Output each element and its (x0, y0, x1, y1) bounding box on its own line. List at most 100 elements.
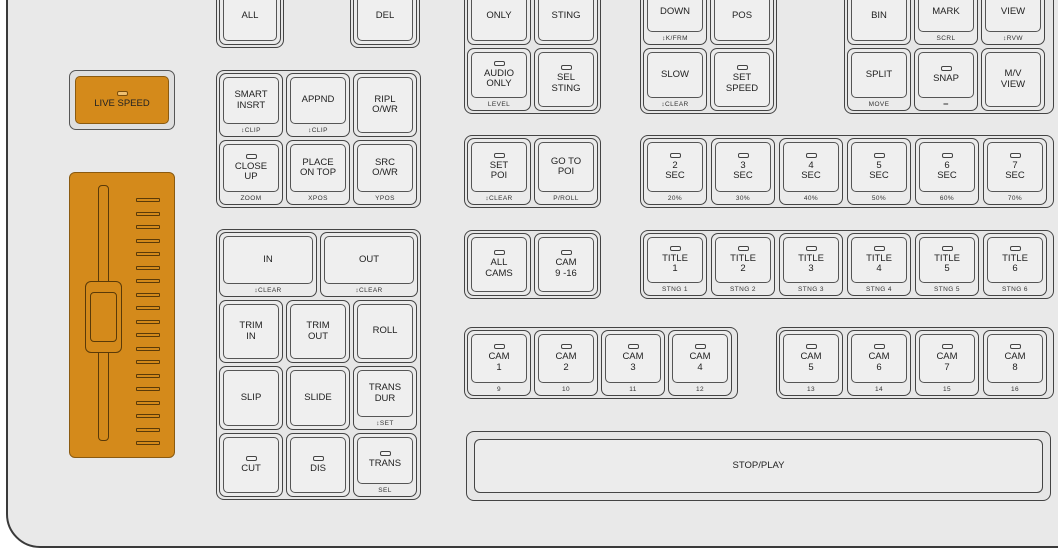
t-bar-tick (136, 346, 160, 351)
key-label: TRIM IN (239, 320, 263, 342)
key-led (493, 344, 505, 349)
cam-5-key[interactable]: CAM 5 13 (779, 330, 843, 396)
title-6-key[interactable]: TITLE 6 STNG 6 (983, 233, 1047, 296)
key-led (694, 344, 706, 349)
key-shift-label: 12 (695, 386, 705, 393)
bin-key[interactable]: BIN (847, 0, 911, 45)
audio-only-key[interactable]: AUDIO ONLY LEVEL (467, 48, 531, 111)
key-label: DEL (375, 10, 395, 22)
speed-t-bar[interactable] (69, 172, 175, 458)
roll-key[interactable]: ROLL (353, 300, 417, 363)
t-bar-tick (136, 441, 160, 445)
only-key[interactable]: ONLY (467, 0, 531, 45)
slide-key[interactable]: SLIDE (286, 366, 350, 430)
cam-4-key[interactable]: CAM 4 12 (668, 330, 732, 396)
key-shift-label: 60% (939, 195, 955, 202)
sel-sting-key[interactable]: SEL STING (534, 48, 598, 111)
title-5-key[interactable]: TITLE 5 STNG 5 (915, 233, 979, 296)
cam-1-key[interactable]: CAM 1 9 (467, 330, 531, 396)
key-shift-label: 50% (871, 195, 887, 202)
live-speed-key-frame: LIVE SPEED (69, 70, 175, 130)
go-to-poi-key[interactable]: GO TO POI P/ROLL (534, 138, 598, 205)
key-label: SEL STING (551, 72, 581, 94)
key-label: SMART INSRT (234, 89, 268, 111)
key-label: TRANS (368, 458, 402, 470)
trim-in-key[interactable]: TRIM IN (219, 300, 283, 363)
in-key[interactable]: IN ↕CLEAR (219, 232, 317, 297)
cam-6-key[interactable]: CAM 6 14 (847, 330, 911, 396)
key-label: SET POI (489, 159, 509, 181)
place-on-top-key[interactable]: PLACE ON TOP XPOS (286, 140, 350, 205)
key-shift-label: P/ROLL (553, 195, 579, 202)
key-label: TITLE 4 (866, 252, 892, 274)
down-key[interactable]: DOWN ↕K/FRM (643, 0, 707, 45)
t-bar-handle[interactable] (85, 281, 122, 353)
cam-7-key[interactable]: CAM 7 15 (915, 330, 979, 396)
key-label: M/V VIEW (1000, 68, 1026, 90)
key-led (941, 152, 953, 158)
t-bar-tick (136, 265, 160, 270)
5-sec-key[interactable]: 5 SEC 50% (847, 138, 911, 205)
stop-play-button[interactable]: STOP/PLAY (474, 439, 1043, 493)
set-speed-key[interactable]: SET SPEED (710, 48, 774, 111)
title-4-key[interactable]: TITLE 4 STNG 4 (847, 233, 911, 296)
pos-key[interactable]: POS (710, 0, 774, 45)
key-label: TITLE 5 (934, 252, 960, 274)
close-up-key[interactable]: CLOSE UP ZOOM (219, 140, 283, 205)
key-shift-label: 16 (1010, 386, 1020, 393)
sting-key[interactable]: STING (534, 0, 598, 45)
split-key[interactable]: SPLIT MOVE (847, 48, 911, 111)
key-label: BIN (871, 10, 887, 22)
cam-9-16-key[interactable]: CAM 9 -16 (534, 233, 598, 296)
key-label: TITLE 3 (798, 252, 824, 274)
title-1-key[interactable]: TITLE 1 STNG 1 (643, 233, 707, 296)
4-sec-key[interactable]: 4 SEC 40% (779, 138, 843, 205)
key-label: SRC O/WR (372, 156, 398, 178)
key-shift-label: ZOOM (240, 195, 262, 202)
cam-3-key[interactable]: CAM 3 11 (601, 330, 665, 396)
cam-2-key[interactable]: CAM 2 10 (534, 330, 598, 396)
key-shift-label: ═ (943, 101, 949, 108)
del-key[interactable]: DEL (353, 0, 417, 45)
dis-key[interactable]: DIS (286, 433, 350, 497)
cam-8-key[interactable]: CAM 8 16 (983, 330, 1047, 396)
key-led (560, 344, 572, 349)
m-v-view-key[interactable]: M/V VIEW (981, 48, 1045, 111)
all-cams-key[interactable]: ALL CAMS (467, 233, 531, 296)
title-3-key[interactable]: TITLE 3 STNG 3 (779, 233, 843, 296)
key-led (873, 245, 885, 251)
slip-key[interactable]: SLIP (219, 366, 283, 430)
6-sec-key[interactable]: 6 SEC 60% (915, 138, 979, 205)
slow-key[interactable]: SLOW ↕CLEAR (643, 48, 707, 111)
key-label: VIEW (1000, 5, 1026, 17)
trans-dur-key[interactable]: TRANS DUR ↕SET (353, 366, 417, 430)
7-sec-key[interactable]: 7 SEC 70% (983, 138, 1047, 205)
key-label: SLOW (661, 68, 689, 80)
trans-key[interactable]: TRANS SEL (353, 433, 417, 497)
ripl-o-wr-key[interactable]: RIPL O/WR (353, 73, 417, 137)
key-label: 2 SEC (665, 159, 685, 181)
key-label: DIS (310, 462, 326, 474)
view-key[interactable]: VIEW ↕RVW (981, 0, 1045, 45)
2-sec-key[interactable]: 2 SEC 20% (643, 138, 707, 205)
3-sec-key[interactable]: 3 SEC 30% (711, 138, 775, 205)
trim-out-key[interactable]: TRIM OUT (286, 300, 350, 363)
cut-key[interactable]: CUT (219, 433, 283, 497)
t-bar-tick (136, 238, 160, 243)
title-2-key[interactable]: TITLE 2 STNG 2 (711, 233, 775, 296)
key-label: GO TO POI (550, 155, 582, 177)
mark-key[interactable]: MARK SCRL (914, 0, 978, 45)
all-key[interactable]: ALL (219, 0, 281, 45)
key-label: DOWN (659, 5, 691, 17)
src-o-wr-key[interactable]: SRC O/WR YPOS (353, 140, 417, 205)
t-bar-tick (136, 292, 160, 297)
set-poi-key[interactable]: SET POI ↕CLEAR (467, 138, 531, 205)
t-bar-tick (136, 387, 160, 391)
out-key[interactable]: OUT ↕CLEAR (320, 232, 418, 297)
live-speed-label: LIVE SPEED (94, 97, 150, 109)
live-speed-button[interactable]: LIVE SPEED (75, 76, 169, 124)
appnd-key[interactable]: APPND ↕CLIP (286, 73, 350, 137)
key-shift-label: ↕CLIP (308, 127, 328, 134)
smart-insrt-key[interactable]: SMART INSRT ↕CLIP (219, 73, 283, 137)
snap-key[interactable]: SNAP ═ (914, 48, 978, 111)
